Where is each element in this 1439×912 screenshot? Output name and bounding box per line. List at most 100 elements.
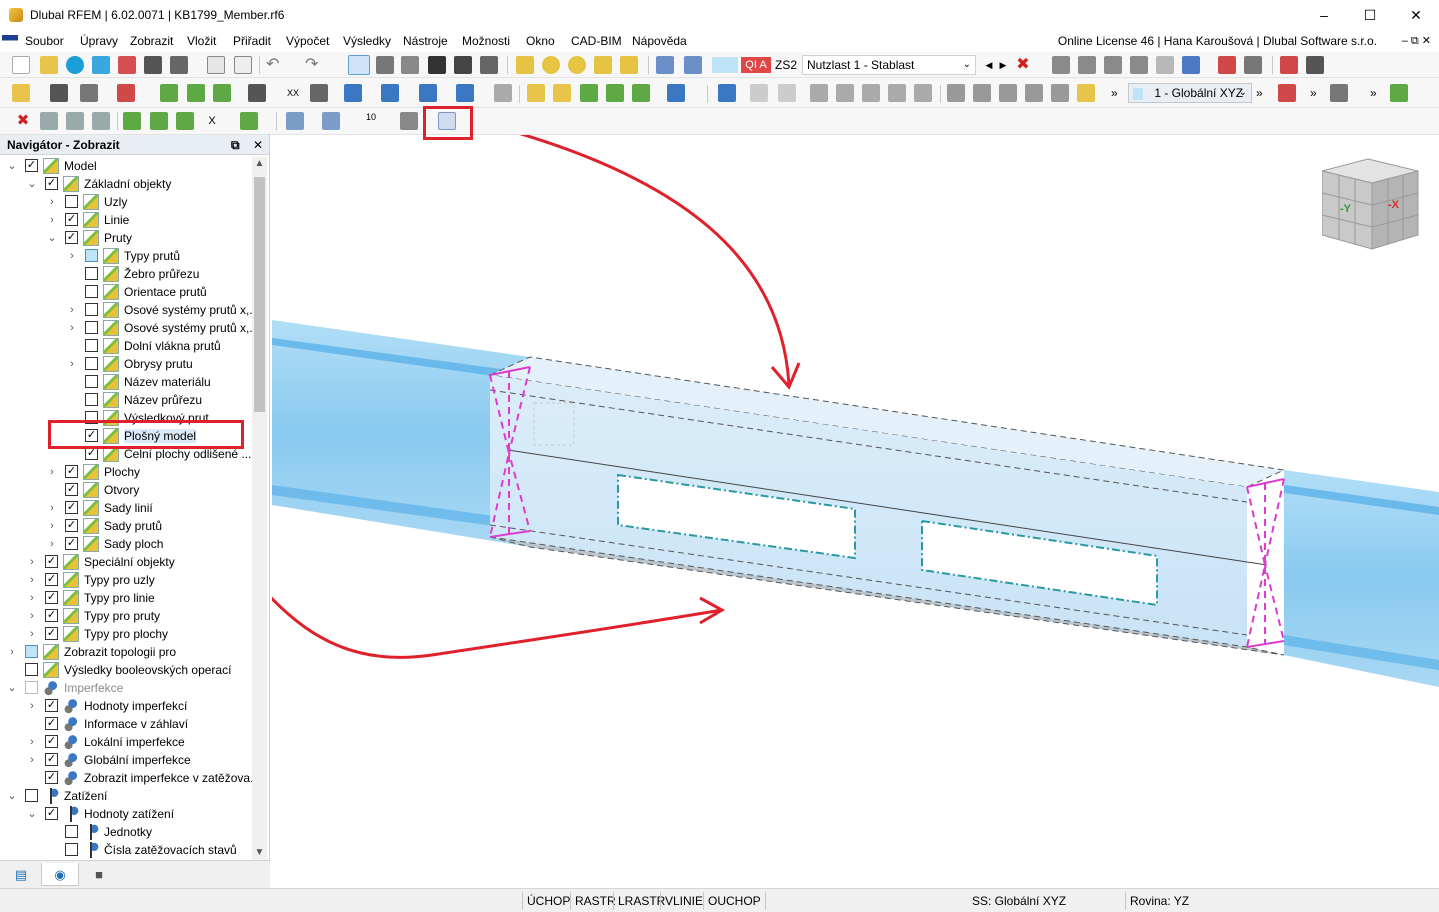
frame-5-icon[interactable] bbox=[667, 84, 685, 102]
tree-checkbox[interactable]: ✓ bbox=[65, 537, 78, 550]
align-3-icon[interactable] bbox=[999, 84, 1017, 102]
script-icon[interactable] bbox=[454, 56, 472, 74]
tree-row[interactable]: › ✓ Plochy bbox=[0, 463, 252, 481]
tree-checkbox[interactable] bbox=[25, 681, 38, 694]
tree-row[interactable]: Výsledky booleovských operací bbox=[0, 661, 252, 679]
multiline-icon[interactable] bbox=[80, 84, 98, 102]
target-icon[interactable] bbox=[542, 56, 560, 74]
tree-row[interactable]: Název průřezu bbox=[0, 391, 252, 409]
app-menu-icon[interactable] bbox=[2, 35, 18, 46]
tag-icon[interactable] bbox=[594, 56, 612, 74]
cube-icon[interactable] bbox=[40, 112, 58, 130]
report-icon[interactable] bbox=[118, 56, 136, 74]
tree-checkbox[interactable] bbox=[85, 393, 98, 406]
model-canvas[interactable] bbox=[272, 135, 1439, 888]
align-1-icon[interactable] bbox=[947, 84, 965, 102]
tree-row[interactable]: Orientace prutů bbox=[0, 283, 252, 301]
axis-z-icon[interactable] bbox=[176, 112, 194, 130]
overflow-chevron-icon[interactable]: » bbox=[1310, 86, 1317, 100]
expand-toggle-icon[interactable]: › bbox=[46, 464, 58, 480]
wire-render-icon[interactable] bbox=[322, 112, 340, 130]
pencil-icon[interactable] bbox=[1077, 84, 1095, 102]
xx-icon[interactable]: XX bbox=[284, 84, 302, 102]
tree-checkbox[interactable]: ✓ bbox=[45, 555, 58, 568]
tree-checkbox[interactable]: ✓ bbox=[65, 231, 78, 244]
sketch-icon[interactable] bbox=[516, 56, 534, 74]
tree-row[interactable]: ✓ Informace v záhlaví bbox=[0, 715, 252, 733]
mdi-window-controls[interactable]: – ⧉ ✕ bbox=[1402, 34, 1431, 48]
display-icon[interactable] bbox=[1390, 84, 1408, 102]
printout-icon[interactable] bbox=[207, 56, 225, 74]
expand-toggle-icon[interactable]: › bbox=[66, 320, 78, 336]
pin-icon[interactable] bbox=[527, 84, 545, 102]
load-arrow-icon[interactable] bbox=[656, 56, 674, 74]
tree-row[interactable]: › Uzly bbox=[0, 193, 252, 211]
tree-checkbox[interactable] bbox=[85, 303, 98, 316]
dimension-icon[interactable] bbox=[248, 84, 266, 102]
tree-checkbox[interactable]: ✓ bbox=[65, 213, 78, 226]
tree-row[interactable]: › Typy prutů bbox=[0, 247, 252, 265]
tree-row[interactable]: Čísla zatěžovacích stavů bbox=[0, 841, 252, 859]
spread-icon[interactable] bbox=[888, 84, 906, 102]
diagonal-icon[interactable] bbox=[914, 84, 932, 102]
tree-checkbox[interactable] bbox=[65, 195, 78, 208]
grid-icon[interactable] bbox=[376, 56, 394, 74]
expand-toggle-icon[interactable]: ⌄ bbox=[6, 680, 18, 696]
globe-icon[interactable] bbox=[568, 56, 586, 74]
label-icon[interactable] bbox=[620, 56, 638, 74]
surface-support-icon[interactable] bbox=[213, 84, 231, 102]
next-lc-icon[interactable]: ▶ bbox=[994, 57, 1012, 75]
menu-cad-bim[interactable]: CAD-BIM bbox=[571, 34, 622, 48]
menu-nastroje[interactable]: Nástroje bbox=[403, 34, 448, 48]
scrollbar-thumb[interactable] bbox=[254, 177, 265, 412]
tree-checkbox[interactable] bbox=[85, 249, 98, 262]
expand-toggle-icon[interactable]: › bbox=[26, 590, 38, 606]
expand-toggle-icon[interactable]: › bbox=[26, 698, 38, 714]
animation-icon[interactable] bbox=[1306, 56, 1324, 74]
status-vlinie[interactable]: VLINIE bbox=[660, 892, 707, 910]
view-2-icon[interactable] bbox=[381, 84, 399, 102]
expand-toggle-icon[interactable]: ⌄ bbox=[6, 788, 18, 804]
result-diagram-icon[interactable] bbox=[1218, 56, 1236, 74]
results-table-icon[interactable] bbox=[1104, 56, 1122, 74]
results-icon[interactable] bbox=[1052, 56, 1070, 74]
tree-checkbox[interactable] bbox=[65, 843, 78, 856]
pin-icon[interactable]: ⧉ bbox=[231, 138, 240, 152]
tree-checkbox[interactable]: ✓ bbox=[45, 177, 58, 190]
tree-row[interactable]: › ✓ Sady ploch bbox=[0, 535, 252, 553]
wave-icon[interactable] bbox=[810, 84, 828, 102]
tree-checkbox[interactable] bbox=[65, 825, 78, 838]
tree-checkbox[interactable]: ✓ bbox=[45, 771, 58, 784]
load-line-icon[interactable] bbox=[684, 56, 702, 74]
tree-row[interactable]: › Osové systémy prutů x,... bbox=[0, 301, 252, 319]
tree-checkbox[interactable] bbox=[85, 357, 98, 370]
results-xxx-icon[interactable] bbox=[1130, 56, 1148, 74]
mesh-icon[interactable] bbox=[1182, 56, 1200, 74]
delete-results-icon[interactable]: ✖ bbox=[1014, 56, 1032, 74]
tree-row[interactable]: › ✓ Sady prutů bbox=[0, 517, 252, 535]
view-3-icon[interactable] bbox=[419, 84, 437, 102]
tree-row[interactable]: ✓ Otvory bbox=[0, 481, 252, 499]
cube-3-icon[interactable] bbox=[92, 112, 110, 130]
tree-row[interactable]: ⌄ Imperfekce bbox=[0, 679, 252, 697]
tree-checkbox[interactable]: ✓ bbox=[45, 699, 58, 712]
expand-toggle-icon[interactable]: ⌄ bbox=[26, 806, 38, 822]
axis-minus-x-icon[interactable]: X bbox=[203, 112, 221, 130]
expand-toggle-icon[interactable]: › bbox=[26, 608, 38, 624]
tree-checkbox[interactable] bbox=[85, 321, 98, 334]
tree-row[interactable]: Dolní vlákna prutů bbox=[0, 337, 252, 355]
filter-icon[interactable] bbox=[718, 84, 736, 102]
tree-row[interactable]: ⌄ ✓ Základní objekty bbox=[0, 175, 252, 193]
view-cube[interactable]: -Y -X bbox=[1321, 157, 1419, 251]
columns-icon[interactable] bbox=[401, 56, 419, 74]
frame-3-icon[interactable] bbox=[606, 84, 624, 102]
line-icon[interactable] bbox=[50, 84, 68, 102]
minimize-button[interactable]: – bbox=[1301, 0, 1347, 30]
tree-row[interactable]: › Osové systémy prutů x,... bbox=[0, 319, 252, 337]
tree-checkbox[interactable]: ✓ bbox=[45, 591, 58, 604]
tree-row[interactable]: › ✓ Globální imperfekce bbox=[0, 751, 252, 769]
tree-row[interactable]: › ✓ Sady linií bbox=[0, 499, 252, 517]
tree-checkbox[interactable] bbox=[85, 285, 98, 298]
menu-zobrazit[interactable]: Zobrazit bbox=[130, 34, 173, 48]
tree-row[interactable]: › ✓ Linie bbox=[0, 211, 252, 229]
